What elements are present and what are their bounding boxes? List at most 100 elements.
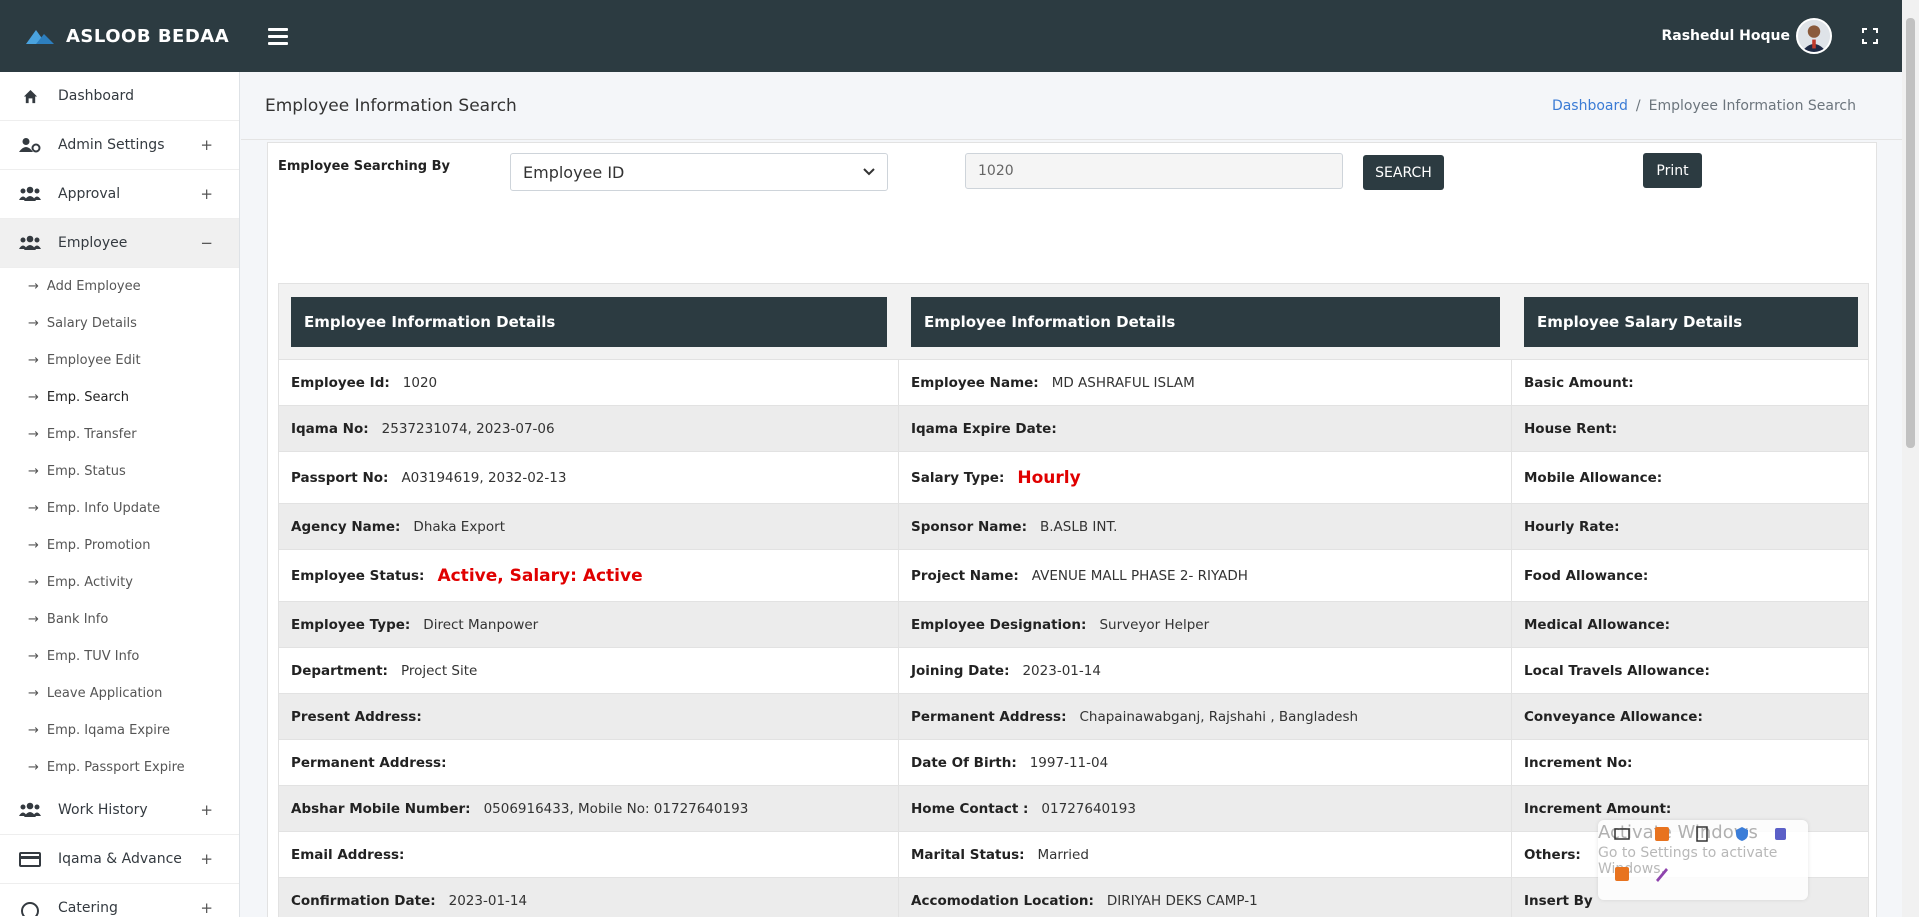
table-cell: Local Travels Allowance: (1512, 648, 1870, 693)
sidebar-subitem-emp-info-update[interactable]: → Emp. Info Update (0, 490, 239, 527)
table-cell: Employee Id: 1020 (279, 360, 899, 405)
menu-toggle-icon[interactable] (268, 27, 288, 45)
sidebar-subitem-add-employee[interactable]: → Add Employee (0, 268, 239, 305)
field-label: Project Name: (911, 567, 1019, 584)
field-label: Agency Name: (291, 518, 401, 535)
employee-id-input[interactable] (965, 153, 1343, 189)
table-cell: Basic Amount: (1512, 360, 1870, 405)
sidebar-item-iqama-advance[interactable]: Iqama & Advance + (0, 835, 239, 884)
field-label: Employee Id: (291, 374, 390, 391)
table-row: Passport No: A03194619, 2032-02-13 Salary … (279, 452, 1868, 504)
home-icon (18, 87, 42, 105)
tray-app-icon[interactable] (1694, 826, 1710, 842)
sidebar-item-dashboard[interactable]: Dashboard (0, 72, 239, 121)
expand-icon[interactable]: + (200, 899, 213, 917)
sidebar-item-admin-settings[interactable]: Admin Settings + (0, 121, 239, 170)
table-cell: Mobile Allowance: (1512, 452, 1870, 503)
sidebar-subitem-label: Emp. Activity (46, 575, 133, 590)
breadcrumb-dashboard-link[interactable]: Dashboard (1552, 98, 1628, 114)
sidebar-item-label: Employee (58, 235, 128, 251)
field-label: Food Allowance: (1524, 567, 1649, 584)
table-row: Employee Status: Active, Salary: Active Pr… (279, 550, 1868, 602)
sidebar-subitem-emp-activity[interactable]: → Emp. Activity (0, 564, 239, 601)
field-value: A03194619, 2032-02-13 (401, 469, 567, 486)
users-icon (18, 801, 42, 819)
brand[interactable]: ASLOOB BEDAA (0, 0, 240, 72)
tray-pen-icon[interactable] (1654, 866, 1670, 882)
sidebar-subitem-leave-application[interactable]: → Leave Application (0, 675, 239, 712)
sidebar-item-label: Approval (58, 186, 121, 202)
search-by-select[interactable]: Employee ID (510, 153, 888, 191)
arrow-right-icon: → (28, 538, 39, 553)
table-cell: Accomodation Location: DIRIYAH DEKS CAMP-… (899, 878, 1512, 917)
field-label: Employee Status: (291, 567, 425, 584)
sidebar-item-employee[interactable]: Employee − (0, 219, 239, 268)
collapse-icon[interactable]: − (200, 234, 213, 252)
sidebar-item-approval[interactable]: Approval + (0, 170, 239, 219)
field-label: Employee Type: (291, 616, 411, 633)
user-name[interactable]: Rashedul Hoque (1661, 28, 1790, 44)
breadcrumb-current: Employee Information Search (1648, 97, 1856, 114)
arrow-right-icon: → (28, 464, 39, 479)
table-row: Department: Project Site Joining Date: 2023… (279, 648, 1868, 694)
field-label: Medical Allowance: (1524, 616, 1671, 633)
field-label: Passport No: (291, 469, 389, 486)
table-cell: Conveyance Allowance: (1512, 694, 1870, 739)
sidebar-subitem-emp-passport-expire[interactable]: → Emp. Passport Expire (0, 749, 239, 786)
sidebar-subitem-label: Emp. Info Update (46, 501, 161, 516)
sidebar-item-work-history[interactable]: Work History + (0, 786, 239, 835)
expand-icon[interactable]: + (200, 136, 213, 154)
table-cell: Passport No: A03194619, 2032-02-13 (279, 452, 899, 503)
arrow-right-icon: → (28, 723, 39, 738)
sidebar-subitem-bank-info[interactable]: → Bank Info (0, 601, 239, 638)
brand-name: ASLOOB BEDAA (66, 25, 230, 47)
tray-app-icon[interactable] (1614, 826, 1630, 842)
page-scrollbar[interactable] (1902, 0, 1919, 917)
field-label: House Rent: (1524, 420, 1618, 437)
print-button[interactable]: Print (1643, 153, 1702, 188)
table-cell: Employee Status: Active, Salary: Active (279, 550, 899, 601)
sidebar-item-catering[interactable]: Catering + (0, 884, 239, 917)
tray-teams-icon[interactable] (1774, 826, 1790, 842)
field-label: Others: (1524, 846, 1581, 863)
tray-app-icon[interactable] (1654, 826, 1670, 842)
field-label: Salary Type: (911, 469, 1005, 486)
table-row: Permanent Address: Date Of Birth: 1997-11-… (279, 740, 1868, 786)
sidebar-subitem-emp-status[interactable]: → Emp. Status (0, 453, 239, 490)
table-cell: Employee Type: Direct Manpower (279, 602, 899, 647)
sidebar-subitem-emp-transfer[interactable]: → Emp. Transfer (0, 416, 239, 453)
sidebar-subitem-emp-iqama-expire[interactable]: → Emp. Iqama Expire (0, 712, 239, 749)
scrollbar-thumb[interactable] (1906, 18, 1915, 448)
table-cell: Salary Type: Hourly (899, 452, 1512, 503)
sidebar-subitem-label: Emp. Transfer (46, 427, 137, 442)
dial-icon (18, 899, 42, 917)
brand-logo-icon (26, 30, 54, 44)
arrow-right-icon: → (28, 612, 39, 627)
sidebar-subitem-emp-promotion[interactable]: → Emp. Promotion (0, 527, 239, 564)
expand-icon[interactable]: + (200, 850, 213, 868)
tray-app-icon[interactable] (1614, 866, 1630, 882)
sidebar-subitem-employee-edit[interactable]: → Employee Edit (0, 342, 239, 379)
fullscreen-icon[interactable] (1862, 28, 1878, 44)
sidebar-subitem-emp-search[interactable]: → Emp. Search (0, 379, 239, 416)
table-cell: Iqama No: 2537231074, 2023-07-06 (279, 406, 899, 451)
sidebar-item-label: Iqama & Advance (58, 851, 182, 867)
search-button[interactable]: SEARCH (1363, 155, 1444, 190)
sidebar-item-label: Dashboard (58, 88, 134, 104)
sidebar-subitem-label: Salary Details (46, 316, 137, 331)
field-value: Surveyor Helper (1099, 616, 1210, 633)
field-label: Home Contact : (911, 800, 1029, 817)
search-by-label: Employee Searching By (278, 159, 451, 174)
sidebar-subitem-salary-details[interactable]: → Salary Details (0, 305, 239, 342)
field-value: Dhaka Export (413, 518, 505, 535)
sidebar-subitem-label: Emp. Promotion (46, 538, 151, 553)
sidebar-subitem-emp-tuv-info[interactable]: → Emp. TUV Info (0, 638, 239, 675)
sidebar-subitem-label: Emp. Search (46, 390, 129, 405)
expand-icon[interactable]: + (200, 801, 213, 819)
field-value: Project Site (400, 662, 478, 679)
expand-icon[interactable]: + (200, 185, 213, 203)
column-header-salary-details: Employee Salary Details (1524, 296, 1858, 347)
search-card: Employee Searching By Employee ID SEARCH… (267, 142, 1877, 917)
tray-shield-icon[interactable] (1734, 826, 1750, 842)
avatar[interactable] (1796, 18, 1832, 54)
